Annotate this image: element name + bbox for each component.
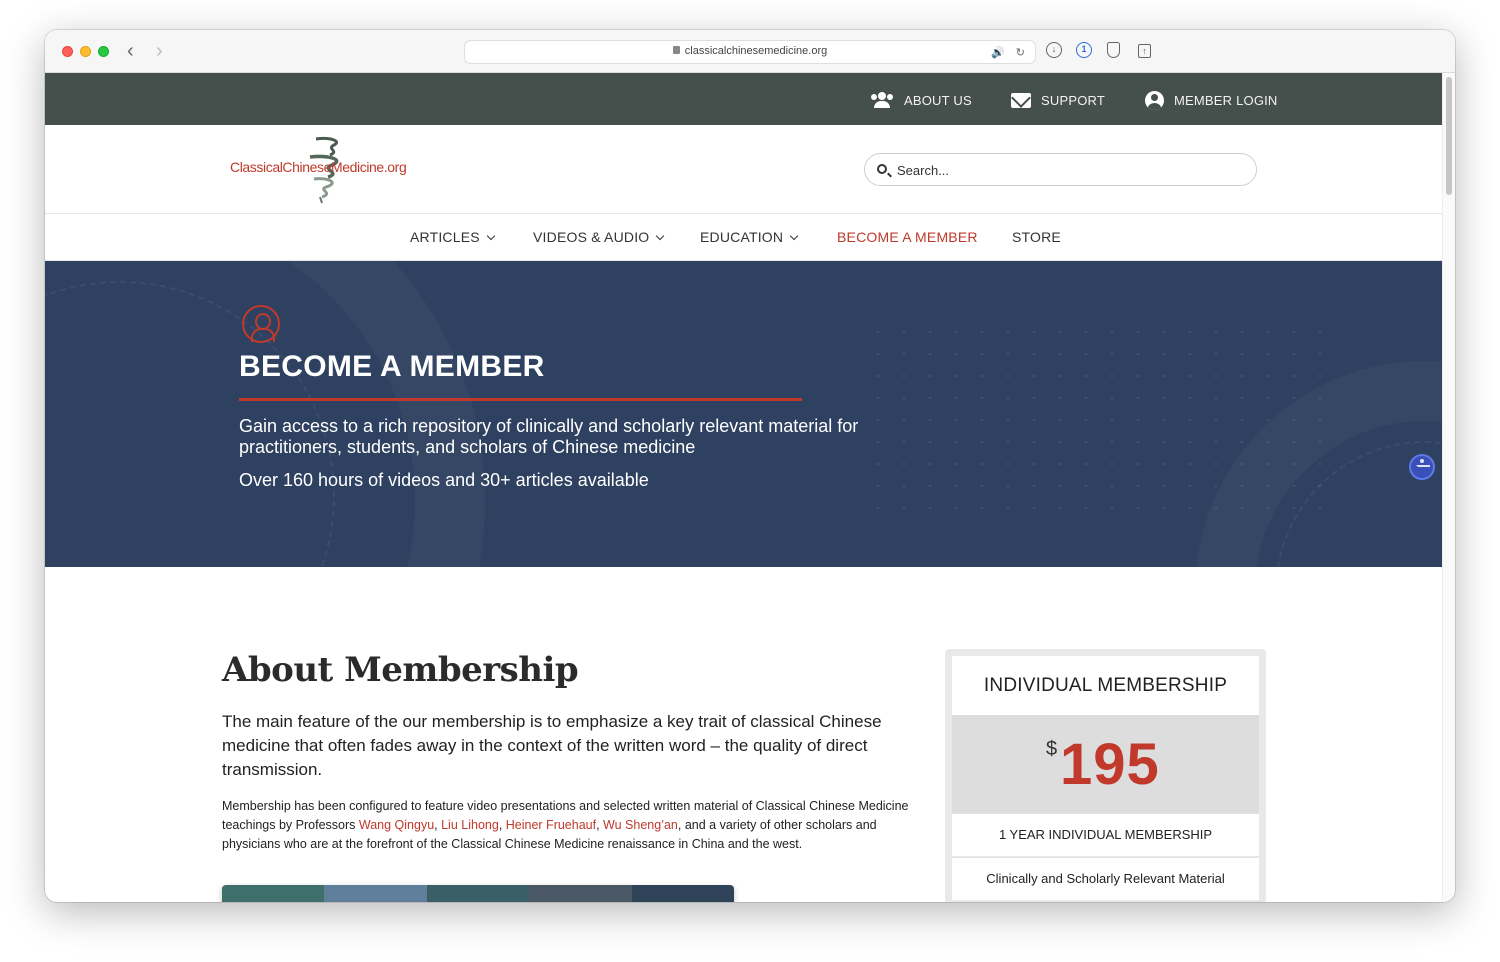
chevron-down-icon [486, 231, 496, 241]
professor-photo [529, 885, 632, 902]
nav-store-label: STORE [1012, 229, 1061, 245]
member-icon [242, 305, 280, 343]
price-display: $ 195 [952, 715, 1259, 813]
pricing-feature: 1 YEAR INDIVIDUAL MEMBERSHIP [952, 813, 1259, 856]
nav-videos-audio[interactable]: VIDEOS & AUDIO [533, 229, 665, 245]
shield-icon[interactable] [1107, 42, 1120, 58]
lock-icon [672, 46, 680, 54]
logo-text: ClassicalChineseMedicine.org [230, 159, 407, 175]
forward-arrow-icon[interactable]: › [156, 40, 163, 62]
hero-stat: Over 160 hours of videos and 30+ article… [239, 470, 649, 490]
nav-articles-label: ARTICLES [410, 229, 480, 245]
page-scrollbar[interactable] [1442, 73, 1455, 902]
main-navigation: ARTICLES VIDEOS & AUDIO EDUCATION BECOME… [45, 214, 1442, 261]
accessibility-icon[interactable] [1409, 454, 1435, 480]
browser-window: ‹ › classicalchinesemedicine.org 🔊 ↻ ↓ 1… [45, 30, 1455, 902]
professor-photo [222, 885, 325, 902]
download-icon[interactable]: ↓ [1046, 42, 1062, 58]
back-arrow-icon[interactable]: ‹ [127, 40, 134, 62]
reload-icon[interactable]: ↻ [1016, 46, 1025, 59]
search-box [864, 153, 1257, 186]
pricing-card: INDIVIDUAL MEMBERSHIP $ 195 1 YEAR INDIV… [945, 649, 1266, 902]
support-label: SUPPORT [1041, 92, 1106, 108]
professor-link[interactable]: Wu Sheng’an [603, 818, 678, 832]
about-us-link[interactable]: ABOUT US [870, 90, 972, 110]
price-amount: 195 [1060, 732, 1160, 797]
close-window-button[interactable] [62, 46, 73, 57]
envelope-icon [1011, 92, 1031, 108]
site-logo[interactable]: ClassicalChineseMedicine.org [230, 135, 420, 205]
separator: , [498, 818, 506, 832]
nav-articles[interactable]: ARTICLES [410, 229, 496, 245]
scrollbar-thumb[interactable] [1446, 77, 1452, 195]
users-icon [870, 92, 894, 108]
hero-background-dots [865, 321, 1345, 521]
member-login-link[interactable]: MEMBER LOGIN [1145, 90, 1278, 110]
zoom-window-button[interactable] [98, 46, 109, 57]
about-membership-title: About Membership [222, 650, 579, 690]
nav-videos-audio-label: VIDEOS & AUDIO [533, 229, 650, 245]
price-currency: $ [1046, 738, 1058, 760]
hero-divider [239, 398, 802, 401]
professor-photo [631, 885, 734, 902]
share-icon[interactable]: ↑ [1138, 44, 1151, 58]
pricing-plan-title: INDIVIDUAL MEMBERSHIP [983, 675, 1228, 696]
address-bar[interactable]: classicalchinesemedicine.org 🔊 ↻ [464, 40, 1036, 64]
professor-link[interactable]: Wang Qingyu [359, 818, 434, 832]
nav-become-a-member[interactable]: BECOME A MEMBER [837, 229, 978, 245]
professors-image-strip [222, 885, 734, 902]
pricing-card-header: INDIVIDUAL MEMBERSHIP [952, 656, 1259, 715]
chevron-down-icon [789, 231, 799, 241]
browser-toolbar: ‹ › classicalchinesemedicine.org 🔊 ↻ ↓ 1… [45, 30, 1455, 73]
search-input[interactable] [897, 160, 1237, 180]
utility-bar: ABOUT US SUPPORT MEMBER LOGIN [45, 73, 1442, 125]
professor-link[interactable]: Liu Lihong [441, 818, 499, 832]
chevron-down-icon [656, 231, 665, 241]
about-us-label: ABOUT US [904, 92, 972, 108]
nav-become-a-member-label: BECOME A MEMBER [837, 229, 978, 245]
hero-description: Gain access to a rich repository of clin… [239, 416, 859, 457]
professor-link[interactable]: Heiner Fruehauf [506, 818, 596, 832]
nav-education[interactable]: EDUCATION [700, 229, 799, 245]
support-link[interactable]: SUPPORT [1011, 90, 1105, 110]
speaker-icon[interactable]: 🔊 [991, 46, 1005, 59]
member-login-label: MEMBER LOGIN [1174, 92, 1278, 108]
nav-store[interactable]: STORE [1012, 229, 1061, 245]
search-icon[interactable] [877, 164, 887, 174]
hero-banner: BECOME A MEMBER Gain access to a rich re… [45, 261, 1442, 567]
site-header: ClassicalChineseMedicine.org [45, 125, 1442, 214]
url-text: classicalchinesemedicine.org [684, 45, 828, 57]
minimize-window-button[interactable] [80, 46, 91, 57]
professor-photo [324, 885, 427, 902]
separator: , [596, 818, 604, 832]
about-lead-paragraph: The main feature of the our membership i… [222, 712, 882, 779]
pricing-feature: Clinically and Scholarly Relevant Materi… [952, 857, 1259, 900]
password-manager-icon[interactable]: 1 [1076, 42, 1092, 58]
professor-photo [426, 885, 530, 902]
hero-title: BECOME A MEMBER [239, 350, 545, 383]
nav-education-label: EDUCATION [700, 229, 784, 245]
about-body-paragraph: Membership has been configured to featur… [222, 797, 922, 854]
user-circle-icon [1145, 90, 1164, 110]
